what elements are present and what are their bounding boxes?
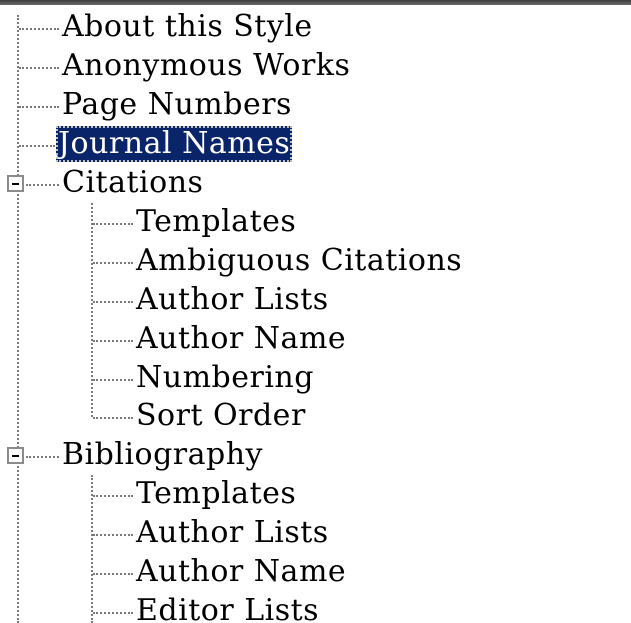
tree-guide-line	[91, 203, 93, 417]
tree-item-journal-names[interactable]: Journal Names	[56, 126, 293, 162]
tree-item-citations-templates[interactable]: Templates	[134, 204, 298, 240]
tree-connector	[93, 379, 133, 381]
tree-connector	[93, 573, 133, 575]
tree-item-page-numbers[interactable]: Page Numbers	[60, 87, 294, 123]
tree-connector	[26, 456, 59, 458]
tree-connector	[93, 223, 133, 225]
tree-item-label: Templates	[136, 476, 297, 511]
tree-connector	[26, 184, 59, 186]
tree-connector	[93, 612, 133, 614]
tree-item-label: About this Style	[62, 9, 313, 44]
tree-item-citations-author-name[interactable]: Author Name	[134, 321, 348, 357]
tree-connector	[93, 417, 133, 419]
tree-item-label: Author Lists	[136, 282, 329, 317]
tree-item-anonymous-works[interactable]: Anonymous Works	[60, 48, 352, 84]
tree-connector	[19, 67, 59, 69]
tree-item-citations-author-lists[interactable]: Author Lists	[134, 282, 331, 318]
style-tree-view[interactable]: About this Style Anonymous Works Page Nu…	[0, 5, 631, 623]
tree-item-numbering[interactable]: Numbering	[134, 360, 316, 396]
tree-item-editor-lists[interactable]: Editor Lists	[134, 593, 321, 623]
tree-item-label: Author Lists	[136, 515, 329, 550]
tree-item-about-this-style[interactable]: About this Style	[60, 9, 315, 45]
tree-item-bibliography[interactable]: Bibliography	[60, 437, 265, 473]
tree-item-label: Ambiguous Citations	[136, 243, 463, 278]
tree-item-bibliography-author-lists[interactable]: Author Lists	[134, 515, 331, 551]
tree-item-label: Journal Names	[58, 126, 291, 161]
tree-item-bibliography-templates[interactable]: Templates	[134, 476, 298, 512]
tree-item-label: Numbering	[136, 360, 314, 395]
tree-item-bibliography-author-name[interactable]: Author Name	[134, 554, 348, 590]
tree-item-label: Page Numbers	[62, 87, 292, 122]
tree-connector	[93, 495, 133, 497]
tree-item-label: Sort Order	[136, 398, 306, 433]
tree-connector	[19, 106, 59, 108]
tree-connector	[19, 145, 55, 147]
collapse-bibliography-icon[interactable]	[7, 447, 24, 464]
tree-item-label: Editor Lists	[136, 593, 320, 623]
tree-connector	[93, 262, 133, 264]
tree-item-ambiguous-citations[interactable]: Ambiguous Citations	[134, 243, 464, 279]
tree-guide-line	[91, 475, 93, 623]
tree-item-label: Citations	[62, 165, 204, 200]
tree-item-label: Anonymous Works	[62, 48, 351, 83]
collapse-citations-icon[interactable]	[7, 175, 24, 192]
tree-item-citations[interactable]: Citations	[60, 165, 205, 201]
tree-connector	[19, 28, 59, 30]
tree-item-label: Author Name	[136, 554, 347, 589]
tree-item-sort-order[interactable]: Sort Order	[134, 398, 308, 434]
tree-connector	[93, 340, 133, 342]
tree-connector	[93, 534, 133, 536]
tree-connector	[93, 301, 133, 303]
tree-item-label: Templates	[136, 204, 297, 239]
tree-item-label: Author Name	[136, 321, 347, 356]
tree-item-label: Bibliography	[62, 437, 263, 472]
